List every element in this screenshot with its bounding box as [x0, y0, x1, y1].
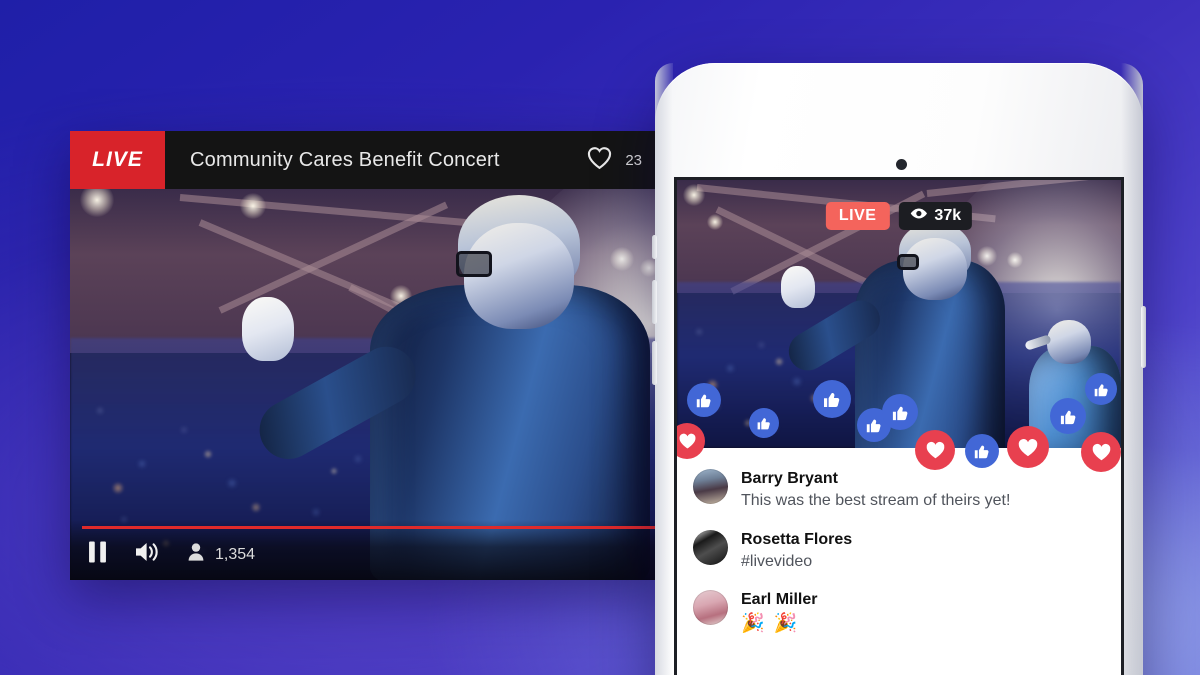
mute-switch[interactable] — [652, 235, 657, 259]
player-header-bar: LIVE Community Cares Benefit Concert 23 — [70, 131, 670, 189]
avatar — [693, 590, 728, 626]
power-button[interactable] — [1141, 306, 1146, 368]
like-count: 23 — [625, 151, 642, 169]
comment-text: #livevideo — [741, 552, 813, 570]
viewer-count-control: 1,354 — [188, 543, 255, 566]
progress-scrubber[interactable] — [82, 526, 658, 529]
player-controls-bar: 1,354 — [70, 520, 670, 580]
phone-video-surface[interactable]: LIVE 37k — [677, 180, 1121, 448]
phone-left-bezel-highlight — [655, 63, 673, 675]
comment-author: Earl Miller — [741, 591, 818, 609]
volume-down-button[interactable] — [652, 341, 657, 385]
phone-viewer-pill: 37k — [898, 202, 973, 230]
smartphone-device: LIVE 37k Barry Bryant This was the best … — [652, 63, 1146, 675]
comment-author: Barry Bryant — [741, 470, 838, 487]
volume-on-icon[interactable] — [135, 541, 160, 568]
list-item[interactable]: Barry Bryant This was the best stream of… — [677, 460, 1121, 521]
live-badge: LIVE — [70, 131, 165, 189]
list-item[interactable]: Earl Miller 🎉 🎉 — [677, 581, 1121, 646]
viewer-count-value: 1,354 — [215, 545, 256, 563]
avatar — [693, 469, 728, 504]
volume-up-button[interactable] — [652, 280, 657, 324]
eye-icon — [909, 207, 927, 225]
comments-list: Barry Bryant This was the best stream of… — [677, 448, 1121, 646]
list-item[interactable]: Rosetta Flores #livevideo — [677, 521, 1121, 582]
person-icon — [188, 543, 204, 566]
desktop-live-player: LIVE Community Cares Benefit Concert 23 — [70, 131, 670, 580]
phone-screen: LIVE 37k Barry Bryant This was the best … — [677, 180, 1121, 675]
comment-author: Rosetta Flores — [741, 530, 853, 548]
like-control[interactable]: 23 — [586, 145, 642, 175]
avatar — [693, 529, 728, 565]
desktop-video-surface[interactable]: 1,354 — [70, 189, 670, 580]
phone-right-bezel-highlight — [1121, 63, 1143, 675]
phone-viewer-count: 37k — [934, 207, 962, 224]
pause-icon[interactable] — [88, 541, 107, 568]
comment-text: This was the best stream of theirs yet! — [741, 492, 1011, 509]
phone-live-overlay: LIVE 37k — [825, 202, 973, 230]
proximity-sensor-icon — [896, 159, 907, 170]
phone-live-badge: LIVE — [825, 202, 890, 230]
comment-text: 🎉 🎉 — [741, 613, 800, 635]
progress-fill — [82, 526, 658, 529]
stream-title: Community Cares Benefit Concert — [190, 148, 500, 171]
heart-outline-icon[interactable] — [586, 145, 613, 175]
